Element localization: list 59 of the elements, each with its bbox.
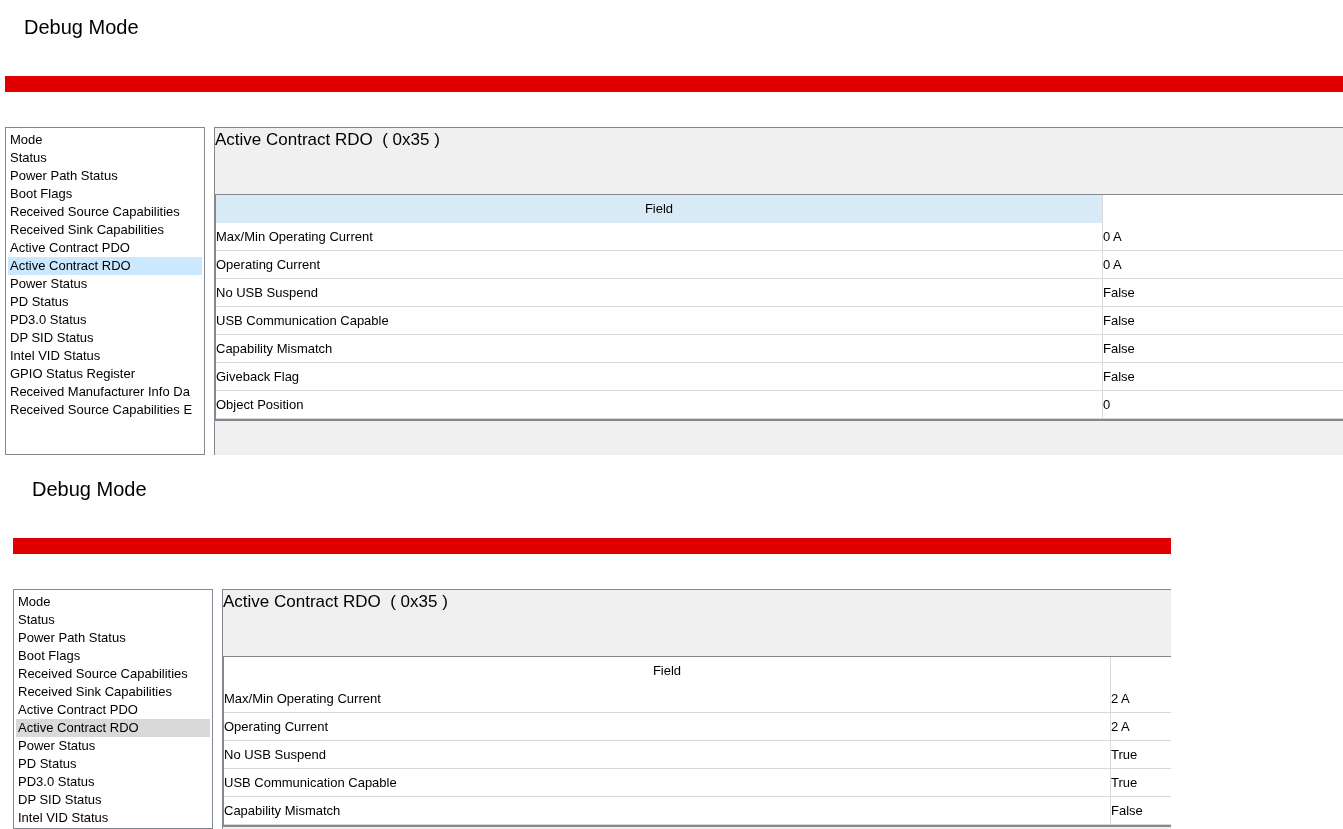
list-item[interactable]: GPIO Status Register	[8, 365, 202, 383]
table-cell: False	[1102, 307, 1343, 334]
list-item[interactable]: Power Path Status	[8, 167, 202, 185]
table-cell-text: No USB Suspend	[216, 283, 319, 302]
table-cell: True	[1110, 769, 1171, 796]
table-cell: True	[1110, 741, 1171, 768]
table-cell: 0	[1102, 391, 1343, 418]
table-cell: False	[1102, 279, 1343, 306]
list-item[interactable]: Power Path Status	[16, 629, 210, 647]
list-item[interactable]: PD Status	[8, 293, 202, 311]
table-cell-text: Max/Min Operating Current	[224, 689, 382, 708]
table-cell-text: USB Communication Capable	[224, 773, 398, 792]
list-item[interactable]: Intel VID Status	[16, 809, 210, 827]
list-item[interactable]: Intel VID Status	[8, 347, 202, 365]
table-cell-text: Capability Mismatch	[224, 801, 342, 820]
list-item[interactable]: Received Sink Capabilities	[16, 683, 210, 701]
table-cell-text: USB Communication Capable	[216, 311, 390, 330]
list-item[interactable]: Power Status	[8, 275, 202, 293]
list-item[interactable]: Boot Flags	[16, 647, 210, 665]
list-item[interactable]: Mode	[8, 131, 202, 149]
table-cell-text: Operating Current	[224, 717, 330, 736]
list-item[interactable]: PD Status	[16, 755, 210, 773]
list-item[interactable]: Active Contract RDO	[8, 257, 202, 275]
table-cell: False	[1110, 797, 1171, 824]
table-cell-text: Giveback Flag	[216, 367, 301, 386]
list-item[interactable]: Active Contract RDO	[16, 719, 210, 737]
list-item[interactable]: Boot Flags	[8, 185, 202, 203]
list-item[interactable]: Status	[16, 611, 210, 629]
list-item[interactable]: Active Contract PDO	[16, 701, 210, 719]
list-item[interactable]: Mode	[16, 593, 210, 611]
table-cell: 2 A	[1110, 713, 1171, 740]
list-item[interactable]: Status	[8, 149, 202, 167]
list-item[interactable]: Power Status	[16, 737, 210, 755]
column-header[interactable]: Field	[216, 195, 1102, 223]
table-cell-text: Object Position	[216, 395, 305, 414]
page-title: Debug Mode	[24, 16, 139, 38]
list-item[interactable]: DP SID Status	[8, 329, 202, 347]
list-item[interactable]: Active Contract PDO	[8, 239, 202, 257]
list-item[interactable]: Received Source Capabilities E	[8, 401, 202, 419]
list-item[interactable]: Received Sink Capabilities	[8, 221, 202, 239]
register-title: Active Contract RDO ( 0x35 )	[223, 592, 448, 611]
table-cell-text: Max/Min Operating Current	[216, 227, 374, 246]
table-cell: 0 A	[1102, 223, 1343, 250]
list-item[interactable]: DP SID Status	[16, 791, 210, 809]
list-item[interactable]: PD3.0 Status	[8, 311, 202, 329]
register-title: Active Contract RDO ( 0x35 )	[215, 130, 440, 149]
table-cell: False	[1102, 363, 1343, 390]
table-cell-text: No USB Suspend	[224, 745, 327, 764]
table-cell: False	[1102, 335, 1343, 362]
list-item[interactable]: Received Source Capabilities	[8, 203, 202, 221]
page-title: Debug Mode	[32, 478, 147, 500]
table-cell-text: Operating Current	[216, 255, 322, 274]
list-item[interactable]: Received Manufacturer Info Da	[8, 383, 202, 401]
list-item[interactable]: Received Source Capabilities	[16, 665, 210, 683]
list-item[interactable]: PD3.0 Status	[16, 773, 210, 791]
table-cell: 2 A	[1110, 685, 1171, 712]
column-header[interactable]: Field	[224, 657, 1110, 685]
table-cell-text: Capability Mismatch	[216, 339, 334, 358]
table-cell: 0 A	[1102, 251, 1343, 278]
